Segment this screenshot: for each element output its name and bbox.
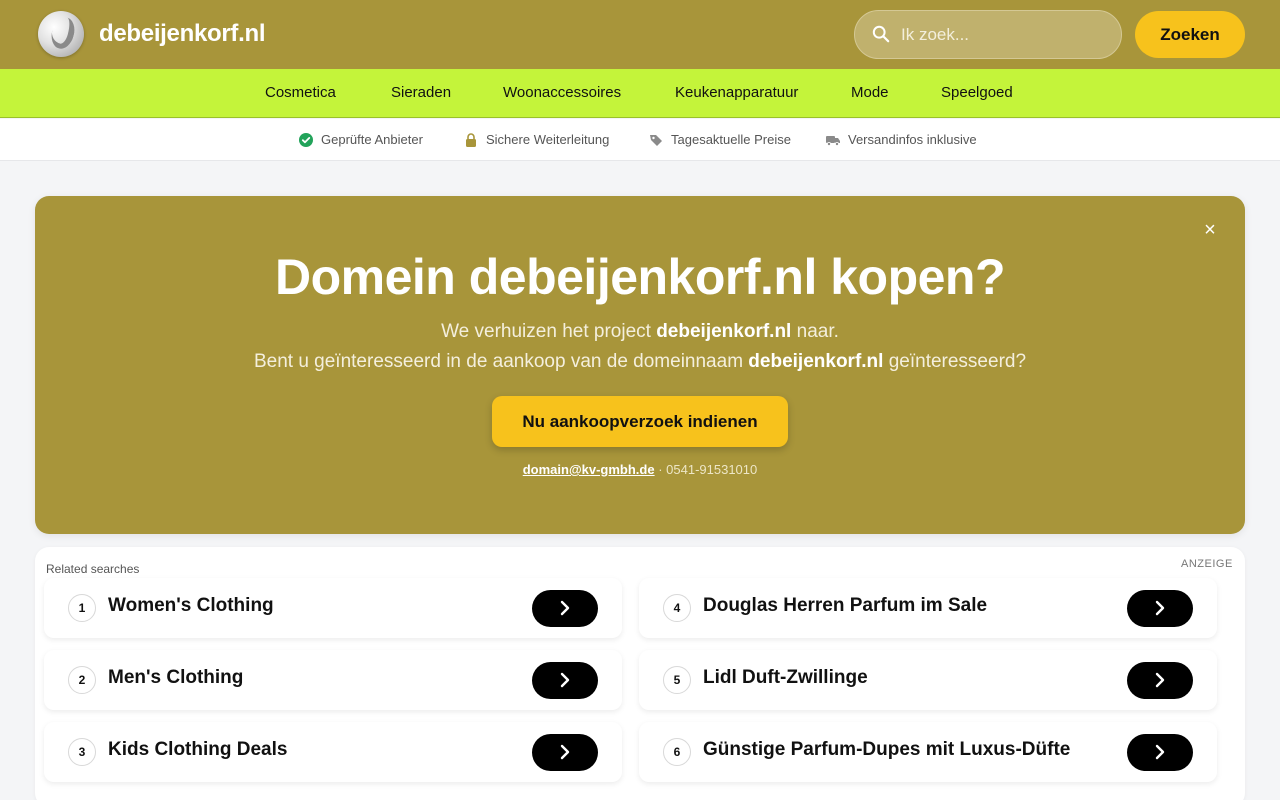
search-icon [872,25,890,43]
chevron-right-icon [560,744,570,760]
close-icon[interactable]: × [1198,218,1222,242]
contact-separator: · [654,462,667,477]
phone-number: 0541-91531010 [666,462,758,477]
card-number: 3 [68,738,96,766]
go-button[interactable] [1127,662,1193,699]
email-link[interactable]: domain@kv-gmbh.de [523,462,655,477]
trust-item-secure: Sichere Weiterleitung [464,132,609,147]
trust-item-shipping: Versandinfos inklusive [826,132,977,147]
search-card[interactable]: 6 Günstige Parfum-Dupes mit Luxus-Düfte [639,722,1217,782]
card-label: Men's Clothing [108,667,244,688]
contact-info: domain@kv-gmbh.de · 0541-91531010 [35,462,1245,477]
card-number: 5 [663,666,691,694]
truck-icon [826,135,840,146]
search-card[interactable]: 4 Douglas Herren Parfum im Sale [639,578,1217,638]
nav-item-sieraden[interactable]: Sieraden [391,84,451,101]
card-label: Lidl Duft-Zwillinge [703,667,868,688]
search-input[interactable] [901,11,1111,58]
hero-text: geïnteresseerd? [883,351,1027,372]
card-number: 1 [68,594,96,622]
card-label: Women's Clothing [108,595,274,616]
domain-sale-banner: × Domein debeijenkorf.nl kopen? We verhu… [35,196,1245,534]
related-searches: Related searches ANZEIGE 1 Women's Cloth… [35,547,1245,800]
nav-item-keukenapparatuur[interactable]: Keukenapparatuur [675,84,798,101]
trust-item-verified: Geprüfte Anbieter [299,132,423,147]
hero-domain: debeijenkorf.nl [748,351,884,372]
search-box[interactable] [854,10,1122,59]
card-label: Günstige Parfum-Dupes mit Luxus-Düfte [703,739,1071,760]
lock-icon [466,132,476,147]
trust-bar: Geprüfte Anbieter Sichere Weiterleitung … [0,119,1280,161]
chevron-right-icon [1155,600,1165,616]
purchase-request-button[interactable]: Nu aankoopverzoek indienen [492,396,788,447]
card-number: 6 [663,738,691,766]
go-button[interactable] [532,734,598,771]
ad-label: ANZEIGE [1181,558,1233,570]
hero-line-2: Bent u geïnteresseerd in de aankoop van … [35,351,1245,373]
logo-swirl-icon [48,14,78,52]
chevron-right-icon [560,672,570,688]
card-number: 4 [663,594,691,622]
category-nav: Cosmetica Sieraden Woonaccessoires Keuke… [0,69,1280,118]
chevron-right-icon [1155,672,1165,688]
site-header: debeijenkorf.nl Zoeken [0,0,1280,69]
trust-label: Sichere Weiterleitung [486,132,610,147]
tag-icon [650,134,662,146]
nav-item-mode[interactable]: Mode [851,84,889,101]
hero-domain: debeijenkorf.nl [656,321,792,342]
hero-text: We verhuizen het project [441,321,657,342]
hero-text: Bent u geïnteresseerd in de aankoop van … [253,351,749,372]
go-button[interactable] [532,590,598,627]
go-button[interactable] [532,662,598,699]
nav-item-cosmetica[interactable]: Cosmetica [265,84,336,101]
card-label: Douglas Herren Parfum im Sale [703,595,988,616]
search-card[interactable]: 5 Lidl Duft-Zwillinge [639,650,1217,710]
trust-label: Tagesaktuelle Preise [671,132,791,147]
hero-line-1: We verhuizen het project debeijenkorf.nl… [35,321,1245,343]
trust-item-prices: Tagesaktuelle Preise [649,132,791,147]
go-button[interactable] [1127,734,1193,771]
chevron-right-icon [1155,744,1165,760]
card-number: 2 [68,666,96,694]
chevron-right-icon [560,600,570,616]
trust-label: Geprüfte Anbieter [321,132,423,147]
hero-title: Domein debeijenkorf.nl kopen? [274,249,1006,305]
check-circle-icon [299,132,313,147]
go-button[interactable] [1127,590,1193,627]
site-name[interactable]: debeijenkorf.nl [99,20,266,48]
nav-item-woonaccessoires[interactable]: Woonaccessoires [503,84,621,101]
search-button[interactable]: Zoeken [1135,11,1245,58]
search-card[interactable]: 3 Kids Clothing Deals [44,722,622,782]
site-logo[interactable] [38,11,84,57]
search-card[interactable]: 2 Men's Clothing [44,650,622,710]
card-label: Kids Clothing Deals [108,739,288,760]
search-card[interactable]: 1 Women's Clothing [44,578,622,638]
hero-text: naar. [791,321,839,342]
trust-label: Versandinfos inklusive [848,132,977,147]
nav-item-speelgoed[interactable]: Speelgoed [941,84,1013,101]
related-title: Related searches [46,562,140,576]
